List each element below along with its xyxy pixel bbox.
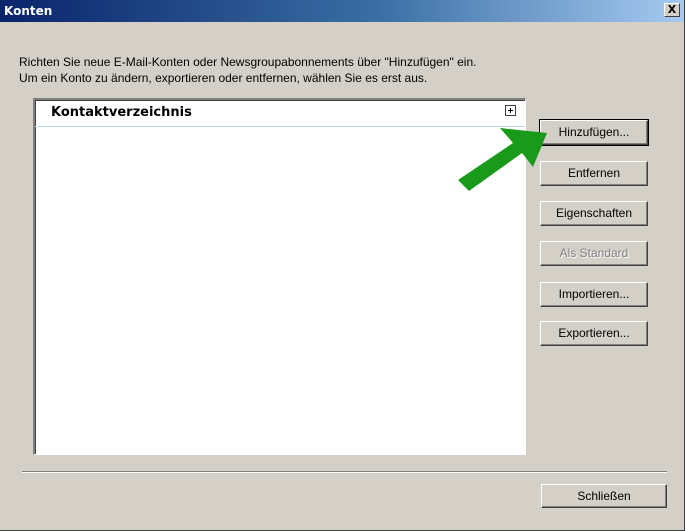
list-group-header[interactable]: Kontaktverzeichnis	[35, 100, 525, 127]
arrow-shape	[458, 128, 547, 191]
properties-button[interactable]: Eigenschaften	[540, 201, 648, 226]
close-window-button[interactable]: X	[664, 3, 680, 17]
title-bar[interactable]: Konten X	[0, 0, 684, 22]
remove-button[interactable]: Entfernen	[540, 161, 648, 186]
list-group-label: Kontaktverzeichnis	[51, 105, 192, 120]
instructions-line-1: Richten Sie neue E-Mail-Konten oder News…	[19, 55, 477, 69]
set-default-button[interactable]: Als Standard	[540, 241, 648, 266]
green-arrow-icon	[458, 128, 547, 191]
add-button[interactable]: Hinzufügen...	[539, 119, 649, 146]
import-button[interactable]: Importieren...	[540, 282, 648, 307]
close-button[interactable]: Schließen	[541, 484, 667, 508]
separator-line	[22, 471, 667, 473]
expand-icon[interactable]	[505, 105, 516, 116]
instructions-line-2: Um ein Konto zu ändern, exportieren oder…	[19, 71, 428, 85]
window-title: Konten	[4, 4, 53, 18]
accounts-list[interactable]: Kontaktverzeichnis	[33, 98, 526, 455]
instructions-text: Richten Sie neue E-Mail-Konten oder News…	[19, 54, 619, 86]
export-button[interactable]: Exportieren...	[540, 321, 648, 346]
accounts-dialog: Konten X Richten Sie neue E-Mail-Konten …	[0, 0, 685, 531]
